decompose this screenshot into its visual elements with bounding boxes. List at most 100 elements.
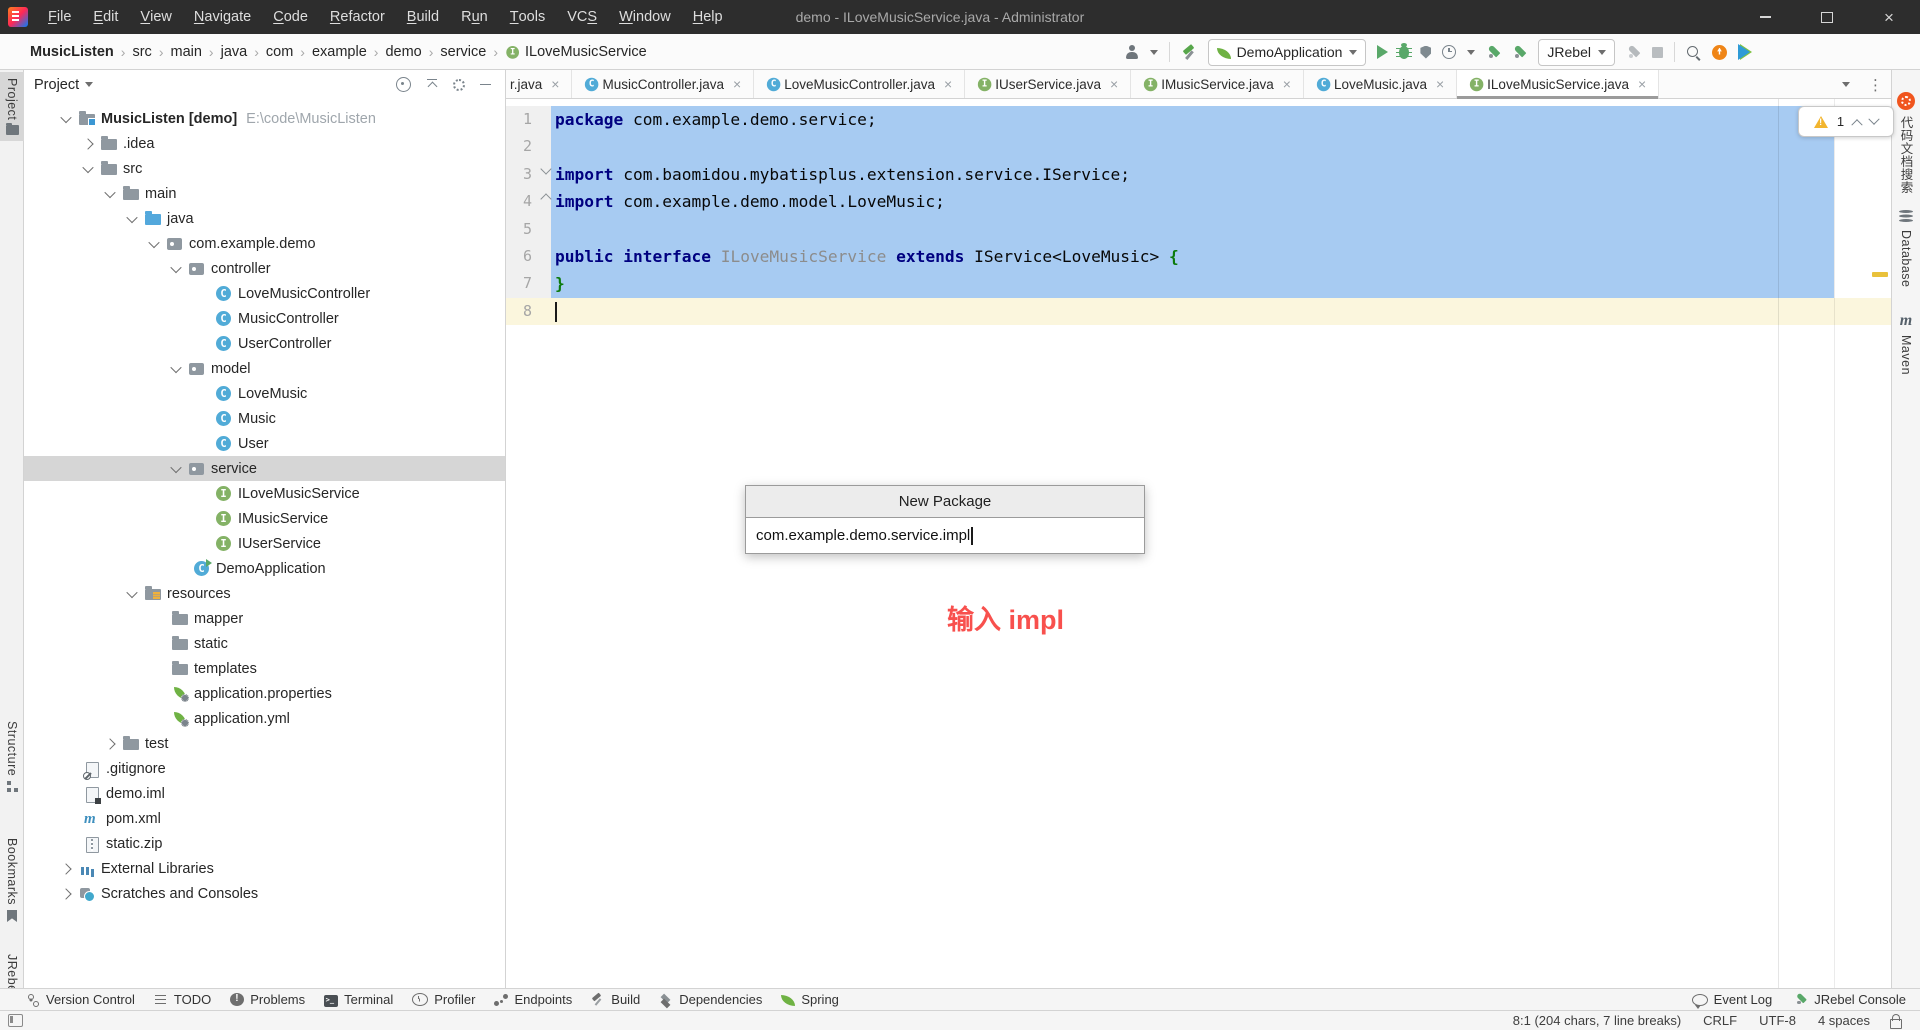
breadcrumb-item-main[interactable]: main (170, 44, 201, 60)
tool-stripe-doc-search[interactable]: 代码文档搜索 (1892, 92, 1920, 194)
tree-item-templates[interactable]: templates (24, 656, 505, 681)
menu-navigate[interactable]: Navigate (183, 0, 262, 34)
menu-vcs[interactable]: VC S (556, 0, 608, 34)
collapsed-chevron-icon[interactable] (60, 862, 72, 875)
tree-item-application.yml[interactable]: application.yml (24, 706, 505, 731)
hidden-tabs-chevron-icon[interactable] (1842, 82, 1850, 87)
tree-item-MusicController[interactable]: C MusicController (24, 306, 505, 331)
run-with-coverage-button[interactable] (1420, 45, 1432, 59)
expanded-chevron-icon[interactable] (60, 111, 72, 123)
close-tab-icon[interactable]: × (1436, 77, 1444, 91)
tab-IMusicService.java[interactable]: I IMusicService.java × (1131, 70, 1304, 98)
collapsed-chevron-icon[interactable] (60, 887, 72, 900)
tool-window-button-dependencies[interactable]: Dependencies (659, 992, 762, 1007)
jrebel-debug-button[interactable] (1512, 45, 1527, 60)
menu-edit[interactable]: Edit (82, 0, 129, 34)
tool-window-button-profiler[interactable]: Profiler (412, 992, 475, 1007)
tab-r.java[interactable]: r.java × (506, 70, 573, 98)
gear-icon[interactable] (453, 78, 465, 91)
tree-item-IUserService[interactable]: I IUserService (24, 531, 505, 556)
vcs-user-icon[interactable] (1125, 45, 1139, 59)
next-problem-button[interactable] (1868, 113, 1880, 125)
expanded-chevron-icon[interactable] (170, 361, 182, 373)
close-tab-icon[interactable]: × (944, 77, 952, 91)
status-segment[interactable]: UTF-8 (1759, 1013, 1796, 1028)
close-tab-icon[interactable]: × (1638, 77, 1646, 91)
tree-item-com.example.demo[interactable]: com.example.demo (24, 231, 505, 256)
expanded-chevron-icon[interactable] (82, 161, 94, 173)
debug-button[interactable] (1396, 42, 1413, 59)
more-options-icon[interactable]: ⋮ (1868, 76, 1883, 94)
tree-item-controller[interactable]: controller (24, 256, 505, 281)
maximize-button[interactable] (1796, 0, 1858, 34)
tab-LoveMusicController.java[interactable]: C LoveMusicController.java × (754, 70, 966, 98)
chevron-down-icon[interactable] (1149, 49, 1158, 55)
hide-panel-button[interactable] (480, 83, 491, 86)
tree-item-demo.iml[interactable]: demo.iml (24, 781, 505, 806)
package-name-input[interactable]: com.example.demo.service.impl (746, 518, 1144, 553)
breadcrumb-item-java[interactable]: java (221, 44, 248, 60)
expanded-chevron-icon[interactable] (126, 211, 138, 223)
inspections-widget[interactable]: 1 (1798, 106, 1894, 137)
plugin-toolbar-icon[interactable] (1738, 44, 1750, 60)
jrebel-select[interactable]: JRebel (1538, 38, 1615, 66)
tab-LoveMusic.java[interactable]: C LoveMusic.java × (1304, 70, 1458, 98)
tool-window-button-terminal[interactable]: Terminal (324, 992, 393, 1007)
tree-item-pom.xml[interactable]: m pom.xml (24, 806, 505, 831)
tree-item-ILoveMusicService[interactable]: I ILoveMusicService (24, 481, 505, 506)
lock-icon[interactable] (1890, 1013, 1902, 1029)
tool-window-button-jrebel-console[interactable]: JRebel Console (1794, 992, 1906, 1007)
breadcrumb-item-demo[interactable]: demo (385, 44, 421, 60)
menu-build[interactable]: Build (396, 0, 450, 34)
status-segment[interactable]: 8:1 (204 chars, 7 line breaks) (1513, 1013, 1681, 1028)
tool-window-button-version-control[interactable]: Version Control (26, 992, 135, 1007)
tree-item-LoveMusic[interactable]: C LoveMusic (24, 381, 505, 406)
expanded-chevron-icon[interactable] (104, 186, 116, 198)
breadcrumb-item-example[interactable]: example (312, 44, 367, 60)
breadcrumb-item-MusicListen[interactable]: MusicListen (30, 44, 114, 60)
expanded-chevron-icon[interactable] (170, 261, 182, 273)
tab-MusicController.java[interactable]: C MusicController.java × (572, 70, 755, 98)
tool-window-button-spring[interactable]: Spring (781, 992, 839, 1007)
breadcrumb-item-src[interactable]: src (132, 44, 151, 60)
close-tab-icon[interactable]: × (733, 77, 741, 91)
tree-item-java[interactable]: java (24, 206, 505, 231)
build-project-button[interactable] (1181, 44, 1197, 60)
menu-help[interactable]: Help (682, 0, 734, 34)
close-tab-icon[interactable]: × (1283, 77, 1291, 91)
tool-window-button-event-log[interactable]: Event Log (1691, 992, 1772, 1009)
menu-refactor[interactable]: Refactor (319, 0, 396, 34)
close-button[interactable]: × (1858, 0, 1920, 34)
run-configuration-select[interactable]: DemoApplication (1207, 38, 1367, 66)
breadcrumb-item-ILoveMusicService[interactable]: I ILoveMusicService (505, 44, 647, 60)
chevron-down-icon[interactable] (1467, 49, 1476, 55)
close-tab-icon[interactable]: × (1110, 77, 1118, 91)
tool-stripe-bookmarks[interactable]: Bookmarks (0, 832, 24, 928)
expanded-chevron-icon[interactable] (126, 586, 138, 598)
tool-stripe-maven[interactable]: m Maven (1892, 313, 1920, 376)
menu-view[interactable]: View (129, 0, 182, 34)
code-editor[interactable]: 1 2 3 4 5 6 7 8 package com.example.demo.servic… (506, 99, 1894, 988)
tool-stripe-structure[interactable]: Structure (0, 715, 24, 798)
tool-stripe-project[interactable]: Project (0, 72, 24, 142)
profiler-button[interactable] (1442, 45, 1457, 59)
tool-window-button-endpoints[interactable]: Endpoints (494, 992, 572, 1007)
tab-IUserService.java[interactable]: I IUserService.java × (965, 70, 1132, 98)
tree-item-IMusicService[interactable]: I IMusicService (24, 506, 505, 531)
jrebel-run-button[interactable] (1486, 45, 1501, 60)
run-button[interactable] (1377, 45, 1389, 59)
tree-item-External Libraries[interactable]: External Libraries (24, 856, 505, 881)
tree-item-static.zip[interactable]: static.zip (24, 831, 505, 856)
tree-item-UserController[interactable]: C UserController (24, 331, 505, 356)
tool-window-button-problems[interactable]: Problems (230, 992, 305, 1007)
project-view-select[interactable]: Project (34, 77, 94, 93)
tool-window-button-build[interactable]: Build (591, 992, 640, 1007)
breadcrumb-item-service[interactable]: service (440, 44, 486, 60)
status-segment[interactable]: CRLF (1703, 1013, 1737, 1028)
tree-item-service[interactable]: service (24, 456, 505, 481)
tree-item-main[interactable]: main (24, 181, 505, 206)
collapsed-chevron-icon[interactable] (104, 737, 116, 750)
close-tab-icon[interactable]: × (551, 77, 559, 91)
collapse-all-button[interactable] (426, 78, 438, 91)
select-opened-file-button[interactable] (396, 77, 411, 92)
